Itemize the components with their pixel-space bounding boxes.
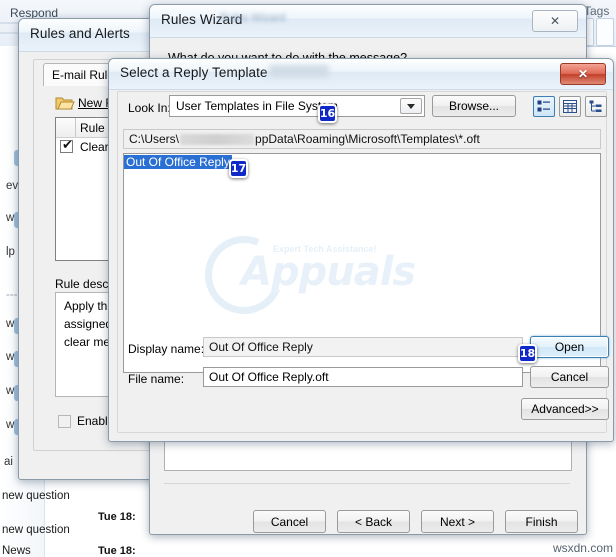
select-reply-template-dialog[interactable]: Select a Reply Template ✕ Look In: User … xyxy=(108,58,614,442)
list-view-icon[interactable] xyxy=(559,96,581,117)
redacted-username xyxy=(180,133,255,145)
site-watermark: wsxdn.com xyxy=(552,541,613,555)
display-name-label: Display name: xyxy=(128,342,205,356)
screenshot-root: Respond Tags Te ev wa lp --- wa wa wa wa… xyxy=(0,0,616,557)
select-template-cancel-button[interactable]: Cancel xyxy=(530,366,609,388)
nav-label-9[interactable]: ai xyxy=(4,456,13,468)
new-rule-folder-icon xyxy=(55,95,75,111)
look-in-combobox[interactable]: User Templates in File System xyxy=(169,95,425,117)
current-path-suffix: ppData\Roaming\Microsoft\Templates\*.oft xyxy=(255,132,480,146)
list-item-out-of-office-reply[interactable]: Out Of Office Reply xyxy=(124,155,232,169)
nav-label-3[interactable]: lp xyxy=(6,246,15,258)
callout-badge-16: 16 xyxy=(318,104,337,123)
message-subject-0[interactable]: new question xyxy=(2,490,70,502)
message-subject-2[interactable]: News xyxy=(2,545,31,557)
current-path-prefix: C:\Users\ xyxy=(129,132,180,146)
chevron-down-icon[interactable] xyxy=(400,98,422,114)
callout-badge-18: 18 xyxy=(518,344,537,363)
rules-wizard-next-button[interactable]: Next > xyxy=(421,510,494,533)
ribbon-divider-2 xyxy=(0,32,18,34)
display-name-field[interactable]: Out Of Office Reply xyxy=(203,337,523,357)
tree-view-icon[interactable] xyxy=(585,96,607,117)
enable-rules-checkbox[interactable] xyxy=(58,415,71,428)
rules-wizard-finish-button[interactable]: Finish xyxy=(505,510,578,533)
file-name-label: File name: xyxy=(128,372,185,386)
advanced-button[interactable]: Advanced>> xyxy=(521,398,609,420)
message-date-2: Tue 18: xyxy=(98,545,136,557)
rules-wizard-separator xyxy=(164,483,570,484)
message-date-0: Tue 18: xyxy=(98,511,136,523)
ribbon-group-tags-label: Tags xyxy=(584,4,610,18)
browse-button[interactable]: Browse... xyxy=(432,95,516,117)
look-in-label: Look In: xyxy=(128,101,171,115)
file-name-input[interactable]: Out Of Office Reply.oft xyxy=(203,367,523,387)
current-path-bar: C:\Users\ ppData\Roaming\Microsoft\Templ… xyxy=(123,129,601,149)
rules-wizard-back-button[interactable]: < Back xyxy=(337,510,410,533)
rules-wizard-cancel-button[interactable]: Cancel xyxy=(253,510,326,533)
callout-badge-17: 17 xyxy=(229,159,248,178)
rules-header-divider xyxy=(75,118,76,137)
nav-label-1[interactable]: ev xyxy=(6,180,18,192)
nav-label-4: --- xyxy=(6,289,18,301)
message-subject-1[interactable]: new question xyxy=(2,524,70,536)
icons-view-icon[interactable] xyxy=(533,96,555,117)
ribbon-divider-1 xyxy=(0,22,18,24)
open-button[interactable]: Open xyxy=(530,336,609,358)
list-item-label: Out Of Office Reply xyxy=(126,155,230,169)
ribbon-button-b[interactable] xyxy=(596,18,614,46)
look-in-value: User Templates in File System xyxy=(176,99,338,113)
rule-enabled-checkbox[interactable]: ✔ xyxy=(60,138,73,153)
checkmark-icon: ✔ xyxy=(62,138,73,153)
